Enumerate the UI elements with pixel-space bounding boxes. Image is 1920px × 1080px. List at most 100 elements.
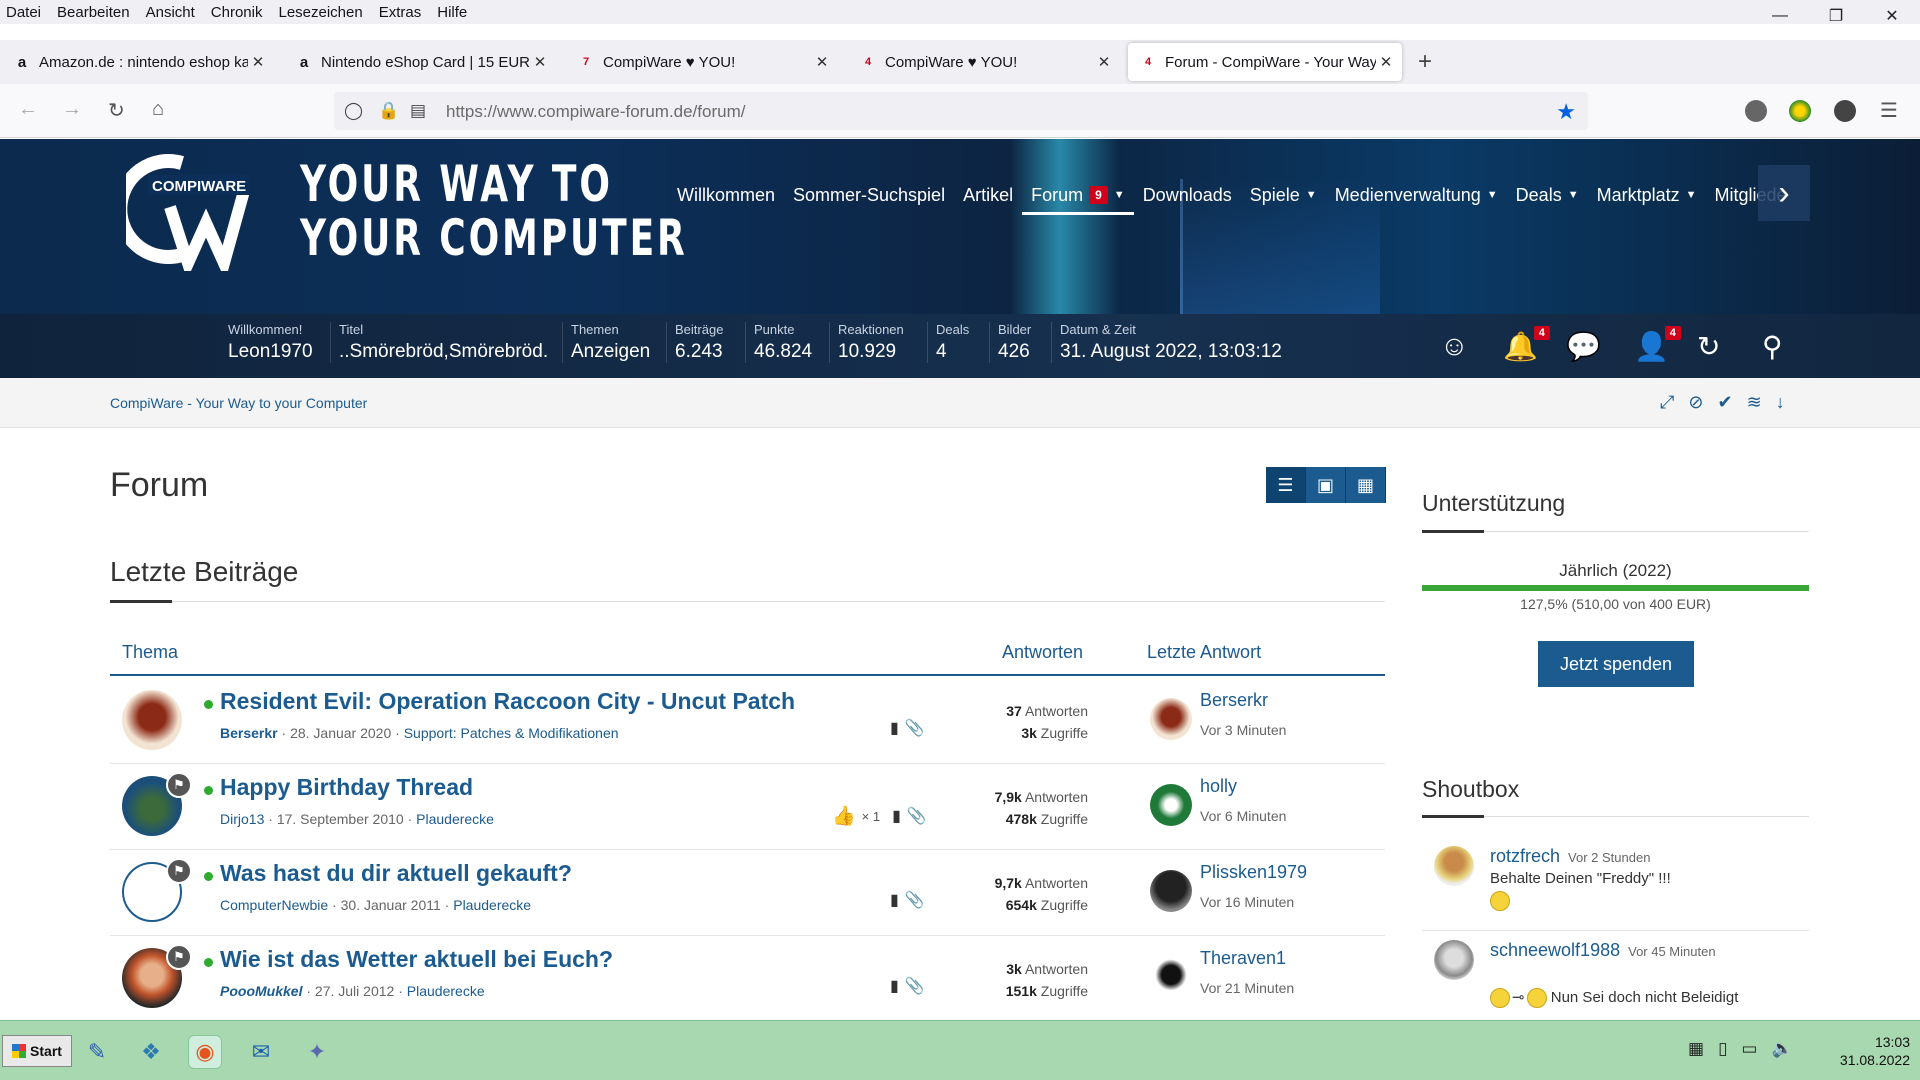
restore-icon[interactable]: ❐ — [1808, 0, 1864, 32]
nav-deals[interactable]: Deals ▼ — [1507, 185, 1588, 206]
collapse-icon[interactable]: ⤢ — [1660, 392, 1674, 413]
hamburger-menu-icon[interactable]: ☰ — [1880, 98, 1898, 123]
hide-icon[interactable]: ⊘ — [1688, 392, 1703, 413]
bookmark-icon[interactable]: ▮ — [890, 976, 899, 996]
avatar[interactable] — [1434, 846, 1474, 886]
last-reply-time[interactable]: Vor 6 Minuten — [1200, 808, 1286, 824]
tab-compiware-1[interactable]: 7 CompiWare ♥ YOU! ✕ — [566, 43, 838, 81]
address-bar[interactable]: ◯ 🔒 ▤ https://www.compiware-forum.de/for… — [334, 92, 1588, 130]
chevron-down-icon[interactable]: ▼ — [1114, 189, 1125, 201]
compiware-logo[interactable]: COMPIWARE — [126, 151, 256, 271]
app-icon[interactable]: ✦ — [300, 1035, 334, 1069]
user-menu-icon[interactable]: ☺ — [1440, 330, 1469, 362]
attachment-icon[interactable]: 📎 — [907, 806, 927, 826]
tab-forum-active[interactable]: 4 Forum - CompiWare - Your Way ✕ — [1128, 43, 1402, 81]
shield-icon[interactable]: ◯ — [344, 101, 363, 121]
ublock-extension-icon[interactable] — [1745, 100, 1767, 122]
menu-extras[interactable]: Extras — [371, 4, 430, 21]
last-reply-time[interactable]: Vor 16 Minuten — [1200, 894, 1294, 910]
thread-forum[interactable]: Plauderecke — [407, 983, 485, 999]
thread-author[interactable]: Dirjo13 — [220, 811, 264, 827]
breadcrumb[interactable]: CompiWare - Your Way to your Computer — [110, 395, 367, 411]
thread-author[interactable]: Berserkr — [220, 725, 278, 741]
shout-user[interactable]: rotzfrech Vor 2 Stunden — [1490, 846, 1650, 867]
attachment-icon[interactable]: 📎 — [905, 976, 925, 996]
attachment-icon[interactable]: 📎 — [905, 890, 925, 910]
tab-eshop-card[interactable]: a Nintendo eShop Card | 15 EUR ( ✕ — [284, 43, 556, 81]
home-icon[interactable]: ⌂ — [152, 98, 164, 121]
nav-sommer-suchspiel[interactable]: Sommer-Suchspiel — [784, 185, 954, 206]
nav-downloads[interactable]: Downloads — [1134, 185, 1241, 206]
notifications-bell-icon[interactable]: 🔔 4 — [1503, 326, 1550, 363]
tab-close-icon[interactable]: ✕ — [530, 53, 550, 71]
clock[interactable]: 13:03 31.08.2022 — [1820, 1033, 1910, 1069]
mark-read-icon[interactable]: ✔ — [1718, 392, 1733, 413]
attachment-icon[interactable]: 📎 — [905, 718, 925, 738]
last-reply-time[interactable]: Vor 3 Minuten — [1200, 722, 1286, 738]
thread-forum[interactable]: Plauderecke — [453, 897, 531, 913]
donate-button[interactable]: Jetzt spenden — [1538, 641, 1694, 687]
list-view-icon[interactable]: ☰ — [1266, 467, 1306, 503]
nav-willkommen[interactable]: Willkommen — [668, 185, 784, 206]
nav-forum[interactable]: Forum 9 ▼ — [1022, 176, 1134, 215]
new-tab-icon[interactable]: + — [1418, 48, 1432, 76]
tab-compiware-2[interactable]: 4 CompiWare ♥ YOU! ✕ — [848, 43, 1120, 81]
last-reply-user[interactable]: Theraven1 — [1200, 948, 1286, 969]
like-reaction-icon[interactable]: 👍 — [832, 804, 856, 828]
last-reply-user[interactable]: Plissken1979 — [1200, 862, 1307, 883]
battery-icon[interactable]: ▯ — [1718, 1039, 1727, 1059]
thunderbird-icon[interactable]: ✉ — [244, 1035, 278, 1069]
last-reply-time[interactable]: Vor 21 Minuten — [1200, 980, 1294, 996]
nav-medienverwaltung[interactable]: Medienverwaltung ▼ — [1326, 185, 1507, 206]
nav-artikel[interactable]: Artikel — [954, 185, 1022, 206]
back-icon[interactable]: ← — [18, 98, 38, 121]
avatar[interactable] — [122, 690, 182, 750]
last-reply-user[interactable]: Berserkr — [1200, 690, 1268, 711]
menu-ansicht[interactable]: Ansicht — [138, 4, 203, 21]
tab-close-icon[interactable]: ✕ — [812, 53, 832, 71]
menu-bearbeiten[interactable]: Bearbeiten — [49, 4, 138, 21]
last-reply-avatar[interactable] — [1150, 784, 1192, 826]
reader-view-icon[interactable]: ▤ — [410, 101, 426, 121]
tile-view-icon[interactable]: ▣ — [1306, 467, 1346, 503]
nav-scroll-right-icon[interactable]: › — [1758, 165, 1810, 221]
bookmark-icon[interactable]: ▮ — [890, 718, 899, 738]
close-window-icon[interactable]: ✕ — [1864, 0, 1920, 32]
thread-forum[interactable]: Plauderecke — [416, 811, 494, 827]
tab-close-icon[interactable]: ✕ — [1376, 53, 1396, 71]
scroll-down-icon[interactable]: ↓ — [1776, 392, 1785, 413]
thread-author[interactable]: PoooMukkel — [220, 983, 302, 999]
thread-author[interactable]: ComputerNewbie — [220, 897, 328, 913]
refresh-icon[interactable]: ↻ — [1697, 330, 1720, 363]
volume-icon[interactable]: 🔈 — [1771, 1039, 1792, 1059]
thread-title[interactable]: Wie ist das Wetter aktuell bei Euch? — [220, 946, 613, 973]
thread-title[interactable]: Happy Birthday Thread — [220, 774, 473, 801]
menu-hilfe[interactable]: Hilfe — [429, 4, 475, 21]
username[interactable]: Leon1970 — [228, 341, 313, 363]
last-reply-avatar[interactable] — [1150, 956, 1192, 998]
menu-datei[interactable]: Datei — [0, 4, 49, 21]
url-text[interactable]: https://www.compiware-forum.de/forum/ — [446, 102, 745, 122]
search-icon[interactable]: ⚲ — [1762, 330, 1783, 363]
last-reply-user[interactable]: holly — [1200, 776, 1237, 797]
language-icon[interactable]: ▦ — [1688, 1039, 1704, 1059]
network-icon[interactable]: ❖ — [134, 1035, 168, 1069]
lock-icon[interactable]: 🔒 — [378, 101, 399, 121]
tab-close-icon[interactable]: ✕ — [1094, 53, 1114, 71]
nav-marktplatz[interactable]: Marktplatz ▼ — [1588, 185, 1706, 206]
rss-icon[interactable]: ≋ — [1747, 392, 1762, 413]
shout-user[interactable]: schneewolf1988 Vor 45 Minuten — [1490, 940, 1716, 961]
firefox-icon[interactable]: ◉ — [188, 1035, 222, 1069]
reload-icon[interactable]: ↻ — [108, 98, 125, 123]
last-reply-avatar[interactable] — [1150, 698, 1192, 740]
thread-title[interactable]: Resident Evil: Operation Raccoon City - … — [220, 688, 795, 715]
notepad-icon[interactable]: ✎ — [80, 1035, 114, 1069]
last-reply-avatar[interactable] — [1150, 870, 1192, 912]
avatar[interactable] — [1434, 940, 1474, 980]
extension-globe-icon[interactable] — [1789, 100, 1811, 122]
bookmark-icon[interactable]: ▮ — [890, 890, 899, 910]
minimize-icon[interactable]: — — [1752, 0, 1808, 32]
friends-icon[interactable]: 👤 4 — [1634, 326, 1681, 363]
start-button[interactable]: Start — [2, 1035, 72, 1067]
bookmark-icon[interactable]: ▮ — [892, 806, 901, 826]
